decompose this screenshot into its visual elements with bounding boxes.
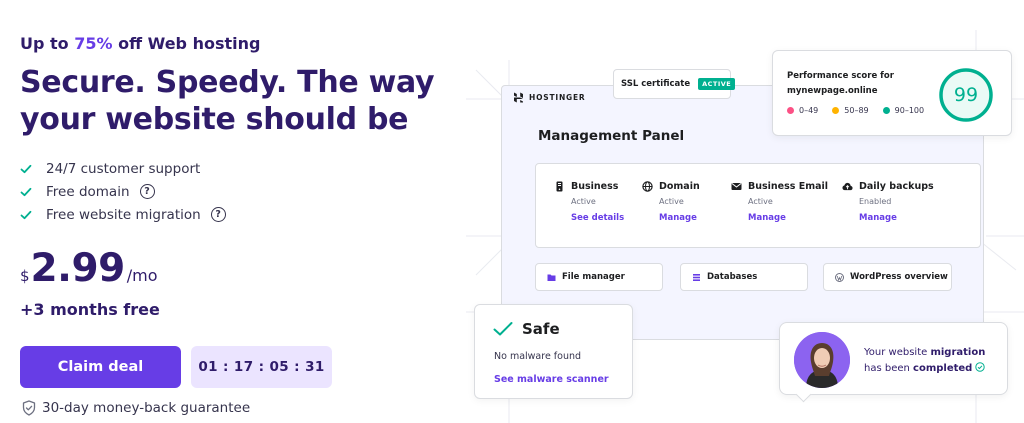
feature-item: 24/7 customer support: [20, 157, 226, 180]
shield-check-icon: [22, 400, 36, 416]
price-currency: $: [20, 267, 30, 285]
hostinger-logo-icon: [513, 92, 524, 103]
check-icon: [493, 321, 513, 337]
security-card: Safe No malware found See malware scanne…: [474, 304, 633, 399]
ssl-status-badge: ACTIVE: [698, 78, 736, 90]
safe-heading: Safe: [493, 320, 560, 338]
legend-item: 0–49: [787, 106, 818, 115]
price: $ 2.99 /mo: [20, 246, 158, 291]
malware-status: No malware found: [494, 351, 582, 362]
check-icon: [20, 163, 32, 175]
service-business-email: Business Email Active Manage: [731, 181, 828, 223]
service-daily-backups: Daily backups Enabled Manage: [842, 181, 934, 223]
price-period: /mo: [126, 266, 158, 285]
database-icon: [692, 273, 701, 282]
ssl-certificate-card: SSL certificate ACTIVE: [613, 69, 736, 99]
performance-score: 99: [953, 84, 979, 106]
service-domain: Domain Active Manage: [642, 181, 700, 223]
feature-item: Free domain ?: [20, 180, 226, 203]
check-circle-icon: [975, 362, 986, 372]
check-icon: [20, 186, 32, 198]
bonus-text: +3 months free: [20, 300, 160, 319]
brand: HOSTINGER: [513, 92, 586, 103]
feature-list: 24/7 customer support Free domain ? Free…: [20, 157, 226, 226]
performance-card: Performance score for mynewpage.online 0…: [772, 50, 1012, 136]
globe-icon: [642, 181, 653, 192]
file-manager-button[interactable]: File manager: [535, 263, 663, 291]
feature-item: Free website migration ?: [20, 203, 226, 226]
wordpress-overview-button[interactable]: WordPress overview: [823, 263, 952, 291]
claim-deal-button[interactable]: Claim deal: [20, 346, 181, 388]
mail-icon: [731, 181, 742, 192]
performance-label: Performance score for mynewpage.online: [787, 71, 894, 96]
migration-card: Your website migration has been complete…: [779, 322, 1008, 403]
databases-button[interactable]: Databases: [680, 263, 808, 291]
promo-discount: 75%: [74, 34, 113, 53]
price-amount: 2.99: [30, 246, 126, 291]
folder-icon: [547, 273, 556, 282]
cloud-upload-icon: [842, 181, 853, 192]
wordpress-icon: [835, 272, 844, 282]
manage-link[interactable]: Manage: [659, 213, 700, 223]
migration-message: Your website migration has been complete…: [864, 347, 986, 374]
manage-link[interactable]: Manage: [748, 213, 828, 223]
service-business: Business Active See details: [554, 181, 624, 223]
guarantee: 30-day money-back guarantee: [22, 400, 250, 416]
promo-text: Up to 75% off Web hosting: [20, 34, 261, 53]
legend-item: 90–100: [882, 106, 924, 115]
hero-section: Up to 75% off Web hosting Secure. Speedy…: [20, 0, 460, 423]
panel-title: Management Panel: [538, 128, 685, 144]
malware-scanner-link[interactable]: See malware scanner: [494, 374, 609, 385]
countdown-timer: 01 : 17 : 05 : 31: [191, 346, 332, 388]
help-icon[interactable]: ?: [210, 207, 226, 222]
see-details-link[interactable]: See details: [571, 213, 624, 223]
server-icon: [554, 181, 565, 192]
headline: Secure. Speedy. The way your website sho…: [20, 65, 435, 137]
hosting-illustration: HOSTINGER Management Panel Business Acti…: [466, 0, 1024, 423]
help-icon[interactable]: ?: [139, 184, 155, 199]
performance-legend: 0–49 50–89 90–100: [787, 106, 938, 115]
services-card: Business Active See details Domain Activ…: [535, 163, 981, 248]
legend-item: 50–89: [832, 106, 869, 115]
check-icon: [20, 209, 32, 221]
manage-link[interactable]: Manage: [859, 213, 934, 223]
avatar: [794, 332, 850, 388]
